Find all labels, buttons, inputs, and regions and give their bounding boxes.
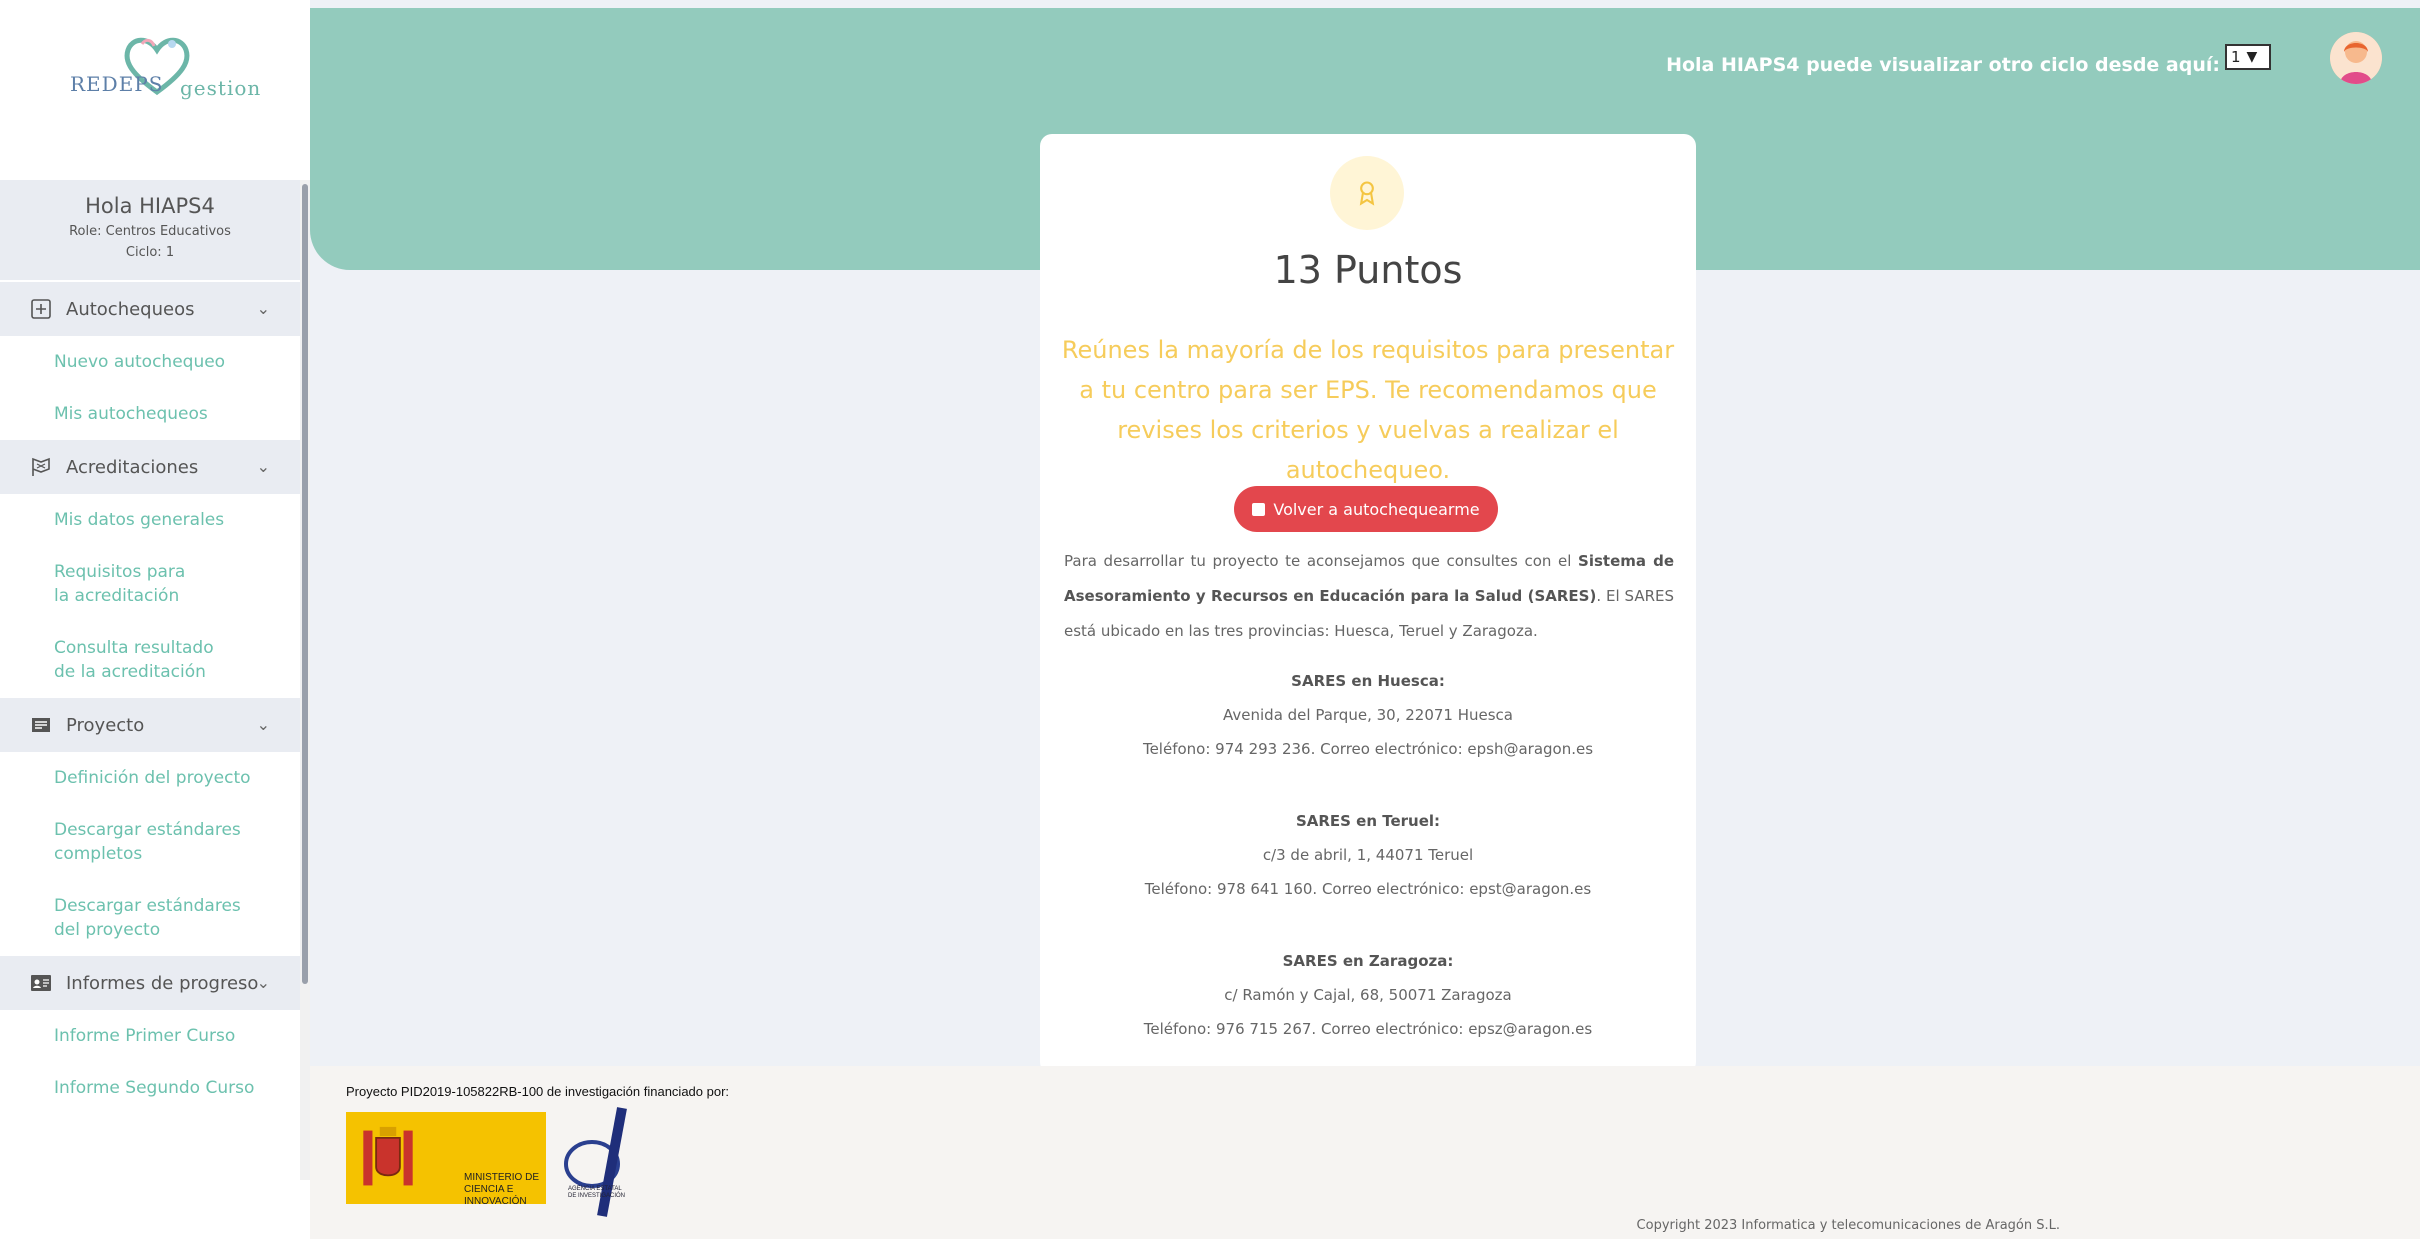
flags-icon (32, 457, 50, 476)
ministry-text: MINISTERIO DE CIENCIA E INNOVACIÓN (464, 1172, 540, 1207)
user-avatar-icon (2330, 32, 2382, 84)
sares-intro: Para desarrollar tu proyecto te aconseja… (1064, 544, 1674, 649)
office-address: Avenida del Parque, 30, 22071 Huesca (1223, 706, 1513, 724)
sidebar-section-label: Autochequeos (66, 298, 195, 320)
office-name: SARES en Zaragoza: (1282, 952, 1454, 970)
office-name: SARES en Huesca: (1291, 672, 1445, 690)
sidebar-section-label: Acreditaciones (66, 456, 199, 478)
sidebar-item-nuevo-autochequeo[interactable]: Nuevo autochequeo (0, 336, 300, 388)
retry-button-label: Volver a autochequearme (1273, 499, 1480, 519)
sidebar-item-descargar-completos[interactable]: Descargar estándares completos (0, 804, 300, 880)
logo-text: REDEPS (70, 72, 164, 96)
plus-square-icon (31, 299, 51, 319)
sidebar-item-requisitos[interactable]: Requisitos para la acreditación (0, 546, 300, 622)
sidebar-item-mis-datos-generales[interactable]: Mis datos generales (0, 494, 300, 546)
office-name: SARES en Teruel: (1295, 812, 1441, 830)
sidebar-scrollbar-thumb[interactable] (302, 184, 308, 984)
office-contact: Teléfono: 978 641 160. Correo electrónic… (1144, 880, 1592, 898)
points-total: 13 Puntos (1273, 248, 1463, 292)
chevron-down-icon: ▼ (2246, 49, 2258, 65)
agency-text: AGENCIA ESTATAL DE INVESTIGACIÓN (568, 1186, 626, 1199)
funding-text: Proyecto PID2019-105822RB-100 de investi… (346, 1084, 730, 1099)
id-card-icon (31, 975, 51, 991)
avatar[interactable] (2330, 32, 2382, 84)
chevron-down-icon: ⌄ (256, 973, 270, 992)
logo[interactable]: REDEPS gestion (70, 28, 260, 108)
sidebar-item-informe-primer-curso[interactable]: Informe Primer Curso (0, 1010, 300, 1062)
cycle-select[interactable]: 1 ▼ (2225, 44, 2271, 70)
office-huesca: SARES en Huesca: Avenida del Parque, 30,… (1040, 664, 1696, 766)
office-address: c/ Ramón y Cajal, 68, 50071 Zaragoza (1224, 986, 1512, 1004)
cycle-prompt: Hola HIAPS4 puede visualizar otro ciclo … (1666, 54, 2220, 76)
office-contact: Teléfono: 974 293 236. Correo electrónic… (1142, 740, 1594, 758)
footer: Proyecto PID2019-105822RB-100 de investi… (310, 1066, 2420, 1239)
sidebar-item-informe-segundo-curso[interactable]: Informe Segundo Curso (0, 1062, 300, 1114)
office-zaragoza: SARES en Zaragoza: c/ Ramón y Cajal, 68,… (1040, 944, 1696, 1046)
spain-coat-of-arms-icon (363, 1126, 413, 1186)
award-icon (1359, 181, 1375, 206)
user-greeting: Hola HIAPS4 (85, 194, 215, 218)
sidebar-item-descargar-proyecto[interactable]: Descargar estándares del proyecto (0, 880, 300, 956)
sidebar-section-autochequeos[interactable]: Autochequeos ⌄ (0, 282, 300, 336)
sidebar-nav: Autochequeos ⌄ Nuevo autochequeo Mis aut… (0, 282, 300, 1114)
sidebar-section-acreditaciones[interactable]: Acreditaciones ⌄ (0, 440, 300, 494)
sidebar: REDEPS gestion Hola HIAPS4 Role: Centros… (0, 0, 310, 1239)
logo-text-secondary: gestion (180, 76, 262, 100)
sidebar-item-consulta-resultado[interactable]: Consulta resultado de la acreditación (0, 622, 300, 698)
chevron-down-icon: ⌄ (256, 715, 270, 734)
user-info: Hola HIAPS4 Role: Centros Educativos Cic… (0, 180, 300, 280)
sidebar-section-label: Informes de progreso (66, 972, 259, 994)
chevron-down-icon: ⌄ (256, 457, 270, 476)
ministry-logo: MINISTERIO DE CIENCIA E INNOVACIÓN (346, 1112, 546, 1207)
intro-text: Para desarrollar tu proyecto te aconseja… (1064, 552, 1579, 570)
cycle-select-value: 1 (2231, 48, 2241, 66)
agency-logo-icon (564, 1107, 627, 1217)
copyright: Copyright 2023 Informatica y telecomunic… (1636, 1218, 2060, 1233)
checkbox-icon (1252, 502, 1266, 516)
sidebar-item-definicion-proyecto[interactable]: Definición del proyecto (0, 752, 300, 804)
result-message: Reúnes la mayoría de los requisitos para… (1061, 336, 1675, 484)
user-role: Role: Centros Educativos (69, 224, 231, 239)
office-contact: Teléfono: 976 715 267. Correo electrónic… (1143, 1020, 1593, 1038)
sidebar-item-mis-autochequeos[interactable]: Mis autochequeos (0, 388, 300, 440)
award-badge (1330, 156, 1404, 230)
sidebar-section-label: Proyecto (66, 714, 145, 736)
chevron-down-icon: ⌄ (256, 299, 270, 318)
result-card: 13 Puntos Reúnes la mayoría de los requi… (1040, 134, 1696, 1074)
sidebar-section-proyecto[interactable]: Proyecto ⌄ (0, 698, 300, 752)
office-teruel: SARES en Teruel: c/3 de abril, 1, 44071 … (1040, 804, 1696, 906)
project-icon (32, 718, 50, 732)
office-address: c/3 de abril, 1, 44071 Teruel (1262, 846, 1474, 864)
user-cycle: Ciclo: 1 (125, 245, 175, 260)
sidebar-section-informes[interactable]: Informes de progreso ⌄ (0, 956, 300, 1010)
retry-autocheck-button[interactable]: Volver a autochequearme (1234, 486, 1498, 532)
app-root: REDEPS gestion Hola HIAPS4 Role: Centros… (0, 0, 2420, 1239)
